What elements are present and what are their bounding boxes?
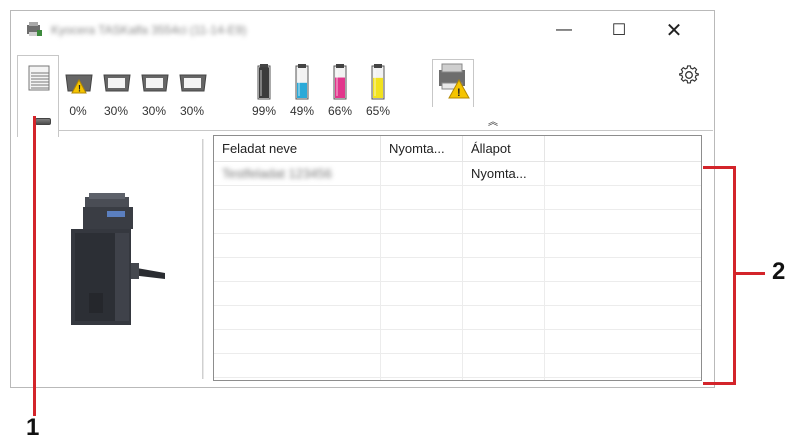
paper-tray-icon-4[interactable] — [178, 71, 208, 95]
toner-black-icon[interactable] — [257, 64, 271, 100]
job-row[interactable]: Testfeladat 123456 Nyomta... — [214, 162, 701, 186]
svg-text:!: ! — [457, 87, 461, 99]
callout-line-1 — [33, 116, 36, 416]
toner-level-label: 66% — [327, 104, 353, 118]
toner-cap — [336, 64, 344, 68]
tray-level-label: 0% — [69, 104, 87, 118]
job-printed-cell — [381, 162, 462, 186]
status-toolbar: ! 0% 30% 30% 30% 99% 49% 66% 65% ! ︽ — [11, 49, 714, 137]
maximize-button[interactable]: ☐ — [596, 11, 642, 49]
empty-row — [214, 282, 701, 306]
tray-level-label: 30% — [141, 104, 167, 118]
toner-cap — [298, 64, 306, 68]
column-header-job-name[interactable]: Feladat neve — [214, 136, 381, 162]
callout-bracket-vertical — [733, 166, 736, 385]
printer-app-icon — [27, 22, 42, 36]
empty-row — [214, 210, 701, 234]
job-list-grid[interactable]: Feladat neve Nyomta... Állapot Testfelad… — [213, 135, 702, 381]
toner-shine — [260, 70, 262, 96]
empty-row — [214, 330, 701, 354]
empty-row — [214, 258, 701, 282]
toner-cyan-icon[interactable] — [295, 64, 309, 100]
toner-cap — [374, 64, 382, 68]
gear-icon[interactable] — [678, 64, 700, 86]
minimize-button[interactable]: — — [541, 11, 587, 49]
empty-row — [214, 354, 701, 378]
callout-bracket-top — [703, 166, 735, 169]
paper-tray-icon-1[interactable]: ! — [64, 71, 94, 95]
tray-level-label: 30% — [179, 104, 205, 118]
status-monitor-window: Kyocera TASKalfa 3554ci (11-14-E9) — ☐ ✕… — [10, 10, 715, 388]
printer-warning-icon: ! — [439, 63, 470, 99]
callout-label-1: 1 — [26, 414, 40, 441]
paper-tray-icon-3[interactable] — [140, 71, 170, 95]
printer-device-image — [71, 193, 165, 325]
job-status-cell: Nyomta... — [471, 166, 527, 181]
toner-shine — [298, 70, 300, 96]
tray-level-label: 30% — [103, 104, 129, 118]
column-header-printed[interactable]: Nyomta... — [381, 136, 463, 162]
callout-label-2: 2 — [772, 258, 786, 285]
toner-level-label: 99% — [251, 104, 277, 118]
empty-row — [214, 306, 701, 330]
chevron-up-icon[interactable]: ︽ — [488, 113, 498, 128]
toner-level-label: 65% — [365, 104, 391, 118]
toner-shine — [374, 70, 376, 96]
toner-magenta-icon[interactable] — [333, 64, 347, 100]
callout-line-2 — [735, 272, 765, 275]
device-alert-tab[interactable]: ! — [432, 59, 474, 107]
paper-tray-icon-2[interactable] — [102, 71, 132, 95]
empty-row — [214, 234, 701, 258]
window-title: Kyocera TASKalfa 3554ci (11-14-E9) — [51, 23, 247, 37]
close-button[interactable]: ✕ — [651, 11, 697, 49]
column-header-status[interactable]: Állapot — [463, 136, 545, 162]
job-list-header: Feladat neve Nyomta... Állapot — [214, 136, 701, 162]
pane-splitter[interactable] — [202, 139, 204, 379]
status-indicator-led — [35, 118, 51, 125]
title-bar[interactable]: Kyocera TASKalfa 3554ci (11-14-E9) — ☐ ✕ — [11, 11, 714, 49]
paper-stack-icon — [28, 65, 50, 91]
svg-text:!: ! — [78, 84, 81, 94]
callout-bracket-bottom — [703, 382, 735, 385]
toner-shine — [336, 70, 338, 96]
empty-row — [214, 186, 701, 210]
job-name-cell: Testfeladat 123456 — [222, 166, 332, 181]
printer-status-tab[interactable] — [17, 55, 59, 137]
toner-yellow-icon[interactable] — [371, 64, 385, 100]
toner-level-label: 49% — [289, 104, 315, 118]
